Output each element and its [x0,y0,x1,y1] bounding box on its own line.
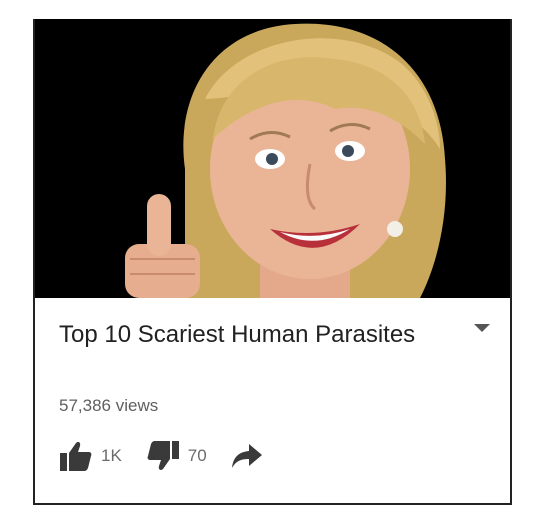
like-button[interactable]: 1K [59,440,122,472]
thumbs-up-icon [60,442,92,471]
thumbnail-image [35,19,510,298]
view-count: 57,386 views [59,396,159,415]
share-button[interactable] [231,442,263,470]
action-bar: 1K 70 [59,438,287,474]
video-info: Top 10 Scariest Human Parasites 57,386 v… [35,298,510,503]
video-title[interactable]: Top 10 Scariest Human Parasites [59,319,439,351]
dislike-button[interactable]: 70 [146,440,207,472]
dropdown-caret-icon[interactable] [474,324,490,332]
like-count: 1K [101,446,122,465]
thumbs-down-icon [147,441,179,470]
video-thumbnail[interactable] [35,19,510,298]
share-arrow-icon [231,444,262,468]
video-card[interactable]: Top 10 Scariest Human Parasites 57,386 v… [33,19,512,505]
dislike-count: 70 [187,446,207,465]
